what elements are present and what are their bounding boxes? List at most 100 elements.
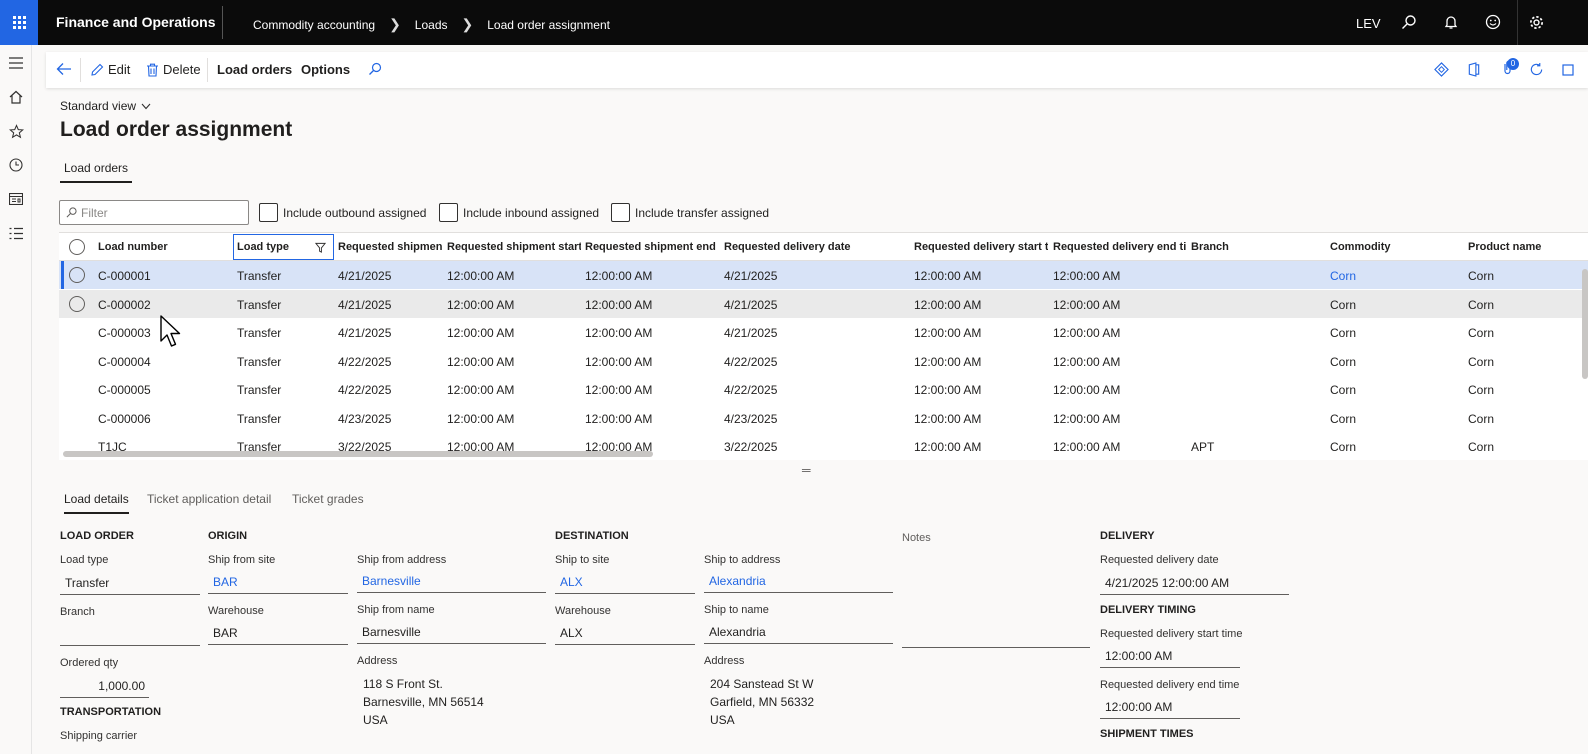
- cell-requested-shipment-end[interactable]: 12:00:00 AM: [585, 383, 652, 397]
- list-icon[interactable]: [6, 223, 26, 243]
- clock-icon[interactable]: [6, 155, 26, 175]
- cell-load-type[interactable]: Transfer: [237, 355, 281, 369]
- cell-load-type[interactable]: Transfer: [237, 412, 281, 426]
- cell-requested-shipment-date[interactable]: 4/22/2025: [338, 355, 391, 369]
- cell-requested-delivery-end[interactable]: 12:00:00 AM: [1053, 326, 1120, 340]
- cell-requested-delivery-start[interactable]: 12:00:00 AM: [914, 269, 981, 283]
- breadcrumb-commodity-accounting[interactable]: Commodity accounting: [253, 18, 375, 32]
- cell-load-number[interactable]: C-000001: [98, 269, 151, 283]
- cell-requested-delivery-end[interactable]: 12:00:00 AM: [1053, 383, 1120, 397]
- home-icon[interactable]: [6, 87, 26, 107]
- column-header-load-number[interactable]: Load number: [98, 241, 228, 253]
- gear-icon[interactable]: [1526, 12, 1546, 32]
- office-icon[interactable]: [1467, 62, 1481, 77]
- filter-icon[interactable]: [314, 241, 327, 256]
- cell-commodity[interactable]: Corn: [1330, 440, 1356, 454]
- breadcrumb-loads[interactable]: Loads: [415, 18, 448, 32]
- table-row[interactable]: C-000005 Transfer 4/22/2025 12:00:00 AM 12:0…: [59, 375, 1588, 403]
- star-icon[interactable]: [6, 121, 26, 141]
- search-icon[interactable]: [368, 62, 382, 76]
- cell-requested-shipment-start[interactable]: 12:00:00 AM: [447, 298, 514, 312]
- cell-requested-delivery-end[interactable]: 12:00:00 AM: [1053, 355, 1120, 369]
- cell-requested-delivery-start[interactable]: 12:00:00 AM: [914, 298, 981, 312]
- cell-requested-delivery-end[interactable]: 12:00:00 AM: [1053, 269, 1120, 283]
- cell-load-type[interactable]: Transfer: [237, 298, 281, 312]
- cell-load-number[interactable]: C-000004: [98, 355, 151, 369]
- branch-field[interactable]: [60, 622, 200, 646]
- search-icon[interactable]: [1399, 12, 1419, 32]
- cell-requested-shipment-start[interactable]: 12:00:00 AM: [447, 269, 514, 283]
- cell-requested-shipment-end[interactable]: 12:00:00 AM: [585, 298, 652, 312]
- horizontal-scrollbar[interactable]: [63, 451, 653, 457]
- checkbox-box[interactable]: [611, 203, 630, 222]
- column-header-branch[interactable]: Branch: [1191, 241, 1321, 253]
- ship-to-address-field[interactable]: Alexandria: [704, 569, 893, 593]
- tab-ticket-grades[interactable]: Ticket grades: [292, 492, 364, 506]
- cell-requested-shipment-date[interactable]: 4/22/2025: [338, 383, 391, 397]
- cell-product-name[interactable]: Corn: [1468, 412, 1494, 426]
- requested-delivery-end-field[interactable]: 12:00:00 AM: [1100, 695, 1240, 719]
- cell-requested-delivery-start[interactable]: 12:00:00 AM: [914, 326, 981, 340]
- view-selector[interactable]: Standard view: [60, 99, 151, 113]
- include-inbound-checkbox[interactable]: Include inbound assigned: [439, 203, 599, 222]
- cell-requested-delivery-end[interactable]: 12:00:00 AM: [1053, 412, 1120, 426]
- cell-load-number[interactable]: C-000002: [98, 298, 151, 312]
- cell-product-name[interactable]: Corn: [1468, 269, 1494, 283]
- cell-load-type[interactable]: Transfer: [237, 269, 281, 283]
- hamburger-icon[interactable]: [6, 53, 26, 73]
- delete-button[interactable]: Delete: [146, 62, 201, 77]
- table-row[interactable]: C-000004 Transfer 4/22/2025 12:00:00 AM 12:0…: [59, 347, 1588, 375]
- cell-requested-shipment-end[interactable]: 12:00:00 AM: [585, 326, 652, 340]
- cell-requested-shipment-date[interactable]: 4/21/2025: [338, 298, 391, 312]
- cell-requested-delivery-date[interactable]: 3/22/2025: [724, 440, 777, 454]
- table-row[interactable]: C-000002 Transfer 4/21/2025 12:00:00 AM 12:0…: [59, 289, 1588, 318]
- cell-requested-delivery-start[interactable]: 12:00:00 AM: [914, 383, 981, 397]
- tab-load-details[interactable]: Load details: [64, 492, 129, 514]
- ship-from-site-field[interactable]: BAR: [208, 570, 348, 594]
- load-type-field[interactable]: Transfer: [60, 571, 200, 595]
- cell-commodity[interactable]: Corn: [1330, 383, 1356, 397]
- table-row[interactable]: C-000006 Transfer 4/23/2025 12:00:00 AM 12:0…: [59, 404, 1588, 432]
- cell-requested-delivery-date[interactable]: 4/21/2025: [724, 298, 777, 312]
- origin-warehouse-field[interactable]: BAR: [208, 621, 348, 645]
- cell-load-type[interactable]: Transfer: [237, 326, 281, 340]
- cell-branch[interactable]: APT: [1191, 440, 1214, 454]
- ship-to-site-field[interactable]: ALX: [555, 570, 695, 594]
- filter-input[interactable]: Filter: [59, 200, 249, 225]
- checkbox-box[interactable]: [259, 203, 278, 222]
- cell-product-name[interactable]: Corn: [1468, 383, 1494, 397]
- cell-requested-shipment-date[interactable]: 4/21/2025: [338, 269, 391, 283]
- tab-load-orders[interactable]: Load orders: [60, 160, 133, 183]
- cell-commodity[interactable]: Corn: [1330, 355, 1356, 369]
- column-header-requested-delivery-start[interactable]: Requested delivery start t...: [914, 241, 1048, 253]
- cell-load-type[interactable]: Transfer: [237, 383, 281, 397]
- cell-commodity[interactable]: Corn: [1330, 298, 1356, 312]
- workspace-icon[interactable]: [6, 189, 26, 209]
- column-header-product-name[interactable]: Product name: [1468, 241, 1568, 253]
- column-header-requested-delivery-date[interactable]: Requested delivery date: [724, 241, 904, 253]
- select-all-radio[interactable]: [69, 239, 85, 255]
- cell-requested-shipment-end[interactable]: 12:00:00 AM: [585, 412, 652, 426]
- cell-requested-shipment-start[interactable]: 12:00:00 AM: [447, 383, 514, 397]
- cell-load-number[interactable]: C-000006: [98, 412, 151, 426]
- requested-delivery-date-field[interactable]: 4/21/2025 12:00:00 AM: [1100, 571, 1289, 595]
- cell-commodity[interactable]: Corn: [1330, 269, 1356, 283]
- cell-requested-shipment-start[interactable]: 12:00:00 AM: [447, 412, 514, 426]
- smiley-icon[interactable]: [1483, 12, 1503, 32]
- column-header-requested-shipment-end[interactable]: Requested shipment end ...: [585, 241, 719, 253]
- bell-icon[interactable]: [1441, 12, 1461, 32]
- include-transfer-checkbox[interactable]: Include transfer assigned: [611, 203, 769, 222]
- destination-warehouse-field[interactable]: ALX: [555, 621, 695, 645]
- cell-requested-shipment-date[interactable]: 4/23/2025: [338, 412, 391, 426]
- table-row[interactable]: C-000001 Transfer 4/21/2025 12:00:00 AM 12:0…: [59, 261, 1588, 289]
- include-outbound-checkbox[interactable]: Include outbound assigned: [259, 203, 426, 222]
- cell-requested-delivery-date[interactable]: 4/21/2025: [724, 269, 777, 283]
- cell-load-number[interactable]: C-000003: [98, 326, 151, 340]
- column-header-commodity[interactable]: Commodity: [1330, 241, 1460, 253]
- cell-requested-delivery-end[interactable]: 12:00:00 AM: [1053, 298, 1120, 312]
- cell-product-name[interactable]: Corn: [1468, 326, 1494, 340]
- load-orders-menu[interactable]: Load orders: [217, 62, 292, 77]
- ship-to-name-field[interactable]: Alexandria: [704, 620, 893, 644]
- diamond-icon[interactable]: [1434, 62, 1449, 77]
- breadcrumb-load-order-assignment[interactable]: Load order assignment: [487, 18, 610, 32]
